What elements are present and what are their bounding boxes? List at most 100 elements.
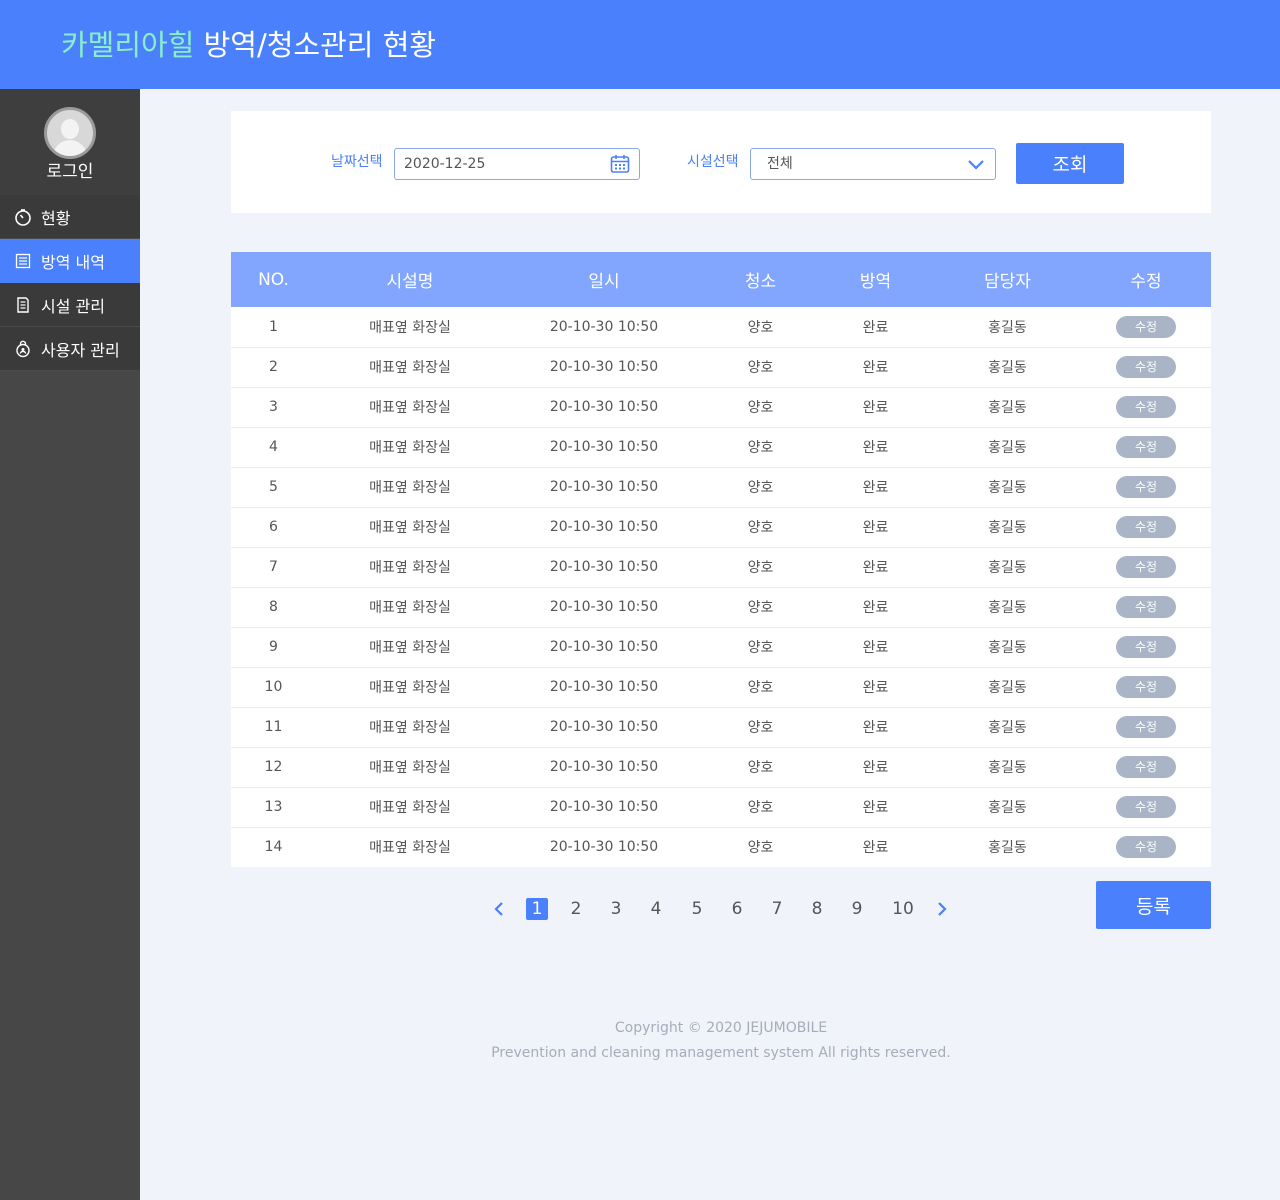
edit-button[interactable]: 수정: [1116, 596, 1176, 618]
column-header[interactable]: 담당자: [934, 252, 1081, 307]
page-5[interactable]: 5: [686, 898, 708, 920]
edit-button[interactable]: 수정: [1116, 556, 1176, 578]
table-cell: 20-10-30 10:50: [549, 639, 659, 655]
table-cell: 양호: [747, 800, 774, 816]
page-8[interactable]: 8: [806, 898, 828, 920]
table-cell: 홍길동: [988, 640, 1027, 656]
top-header: 카멜리아힐 방역/청소관리 현황: [0, 0, 1280, 89]
table-cell: 완료: [862, 760, 889, 776]
chevron-left-icon[interactable]: [490, 900, 508, 918]
edit-button[interactable]: 수정: [1116, 716, 1176, 738]
page-4[interactable]: 4: [645, 898, 667, 920]
table-cell: 20-10-30 10:50: [549, 799, 659, 815]
edit-cell: 수정: [1081, 827, 1211, 867]
page-6[interactable]: 6: [726, 898, 748, 920]
table-row: 4 매표옆 화장실 20-10-30 10:50 양호 완료 홍길동 수정: [231, 427, 1211, 467]
table-cell: 홍길동: [988, 560, 1027, 576]
edit-cell: 수정: [1081, 307, 1211, 347]
table-row: 13 매표옆 화장실 20-10-30 10:50 양호 완료 홍길동 수정: [231, 787, 1211, 827]
table-cell: 홍길동: [988, 440, 1027, 456]
table-cell: 홍길동: [988, 840, 1027, 857]
table-cell: 양호: [747, 760, 774, 776]
date-value: 2020-12-25: [404, 156, 486, 172]
date-label: 날짜선택: [331, 154, 383, 170]
edit-cell: 수정: [1081, 747, 1211, 787]
chevron-right-icon[interactable]: [933, 900, 951, 918]
edit-cell: 수정: [1081, 627, 1211, 667]
calendar-icon[interactable]: [609, 153, 631, 175]
edit-cell: 수정: [1081, 547, 1211, 587]
edit-button[interactable]: 수정: [1116, 836, 1176, 859]
sidebar-item-status[interactable]: 현황: [0, 195, 140, 239]
edit-button[interactable]: 수정: [1116, 756, 1176, 778]
table-cell: 20-10-30 10:50: [549, 599, 659, 615]
table-cell: 양호: [747, 440, 774, 456]
table-cell: 매표옆 화장실: [369, 480, 451, 496]
page-3[interactable]: 3: [605, 898, 627, 920]
sidebar-item-disinfection[interactable]: 방역 내역: [0, 239, 140, 283]
sidebar-item-facility[interactable]: 시설 관리: [0, 283, 140, 327]
edit-button[interactable]: 수정: [1116, 356, 1176, 378]
column-header[interactable]: NO.: [231, 252, 316, 307]
table-cell: 완료: [862, 480, 889, 496]
column-header[interactable]: 시설명: [316, 252, 504, 307]
page-title: 카멜리아힐 방역/청소관리 현황: [61, 26, 436, 64]
page-title-text: 방역/청소관리 현황: [194, 28, 437, 62]
table-cell: 20-10-30 10:50: [549, 479, 659, 495]
facility-select[interactable]: 전체: [750, 148, 996, 180]
table-cell: 홍길동: [988, 720, 1027, 736]
table-cell: 매표옆 화장실: [369, 720, 451, 736]
avatar[interactable]: [44, 107, 96, 159]
page-10[interactable]: 10: [888, 898, 918, 920]
edit-button[interactable]: 수정: [1116, 636, 1176, 658]
table-cell: 5: [269, 479, 278, 495]
column-header[interactable]: 방역: [817, 252, 934, 307]
sidebar-item-label: 사용자 관리: [41, 340, 120, 360]
register-button[interactable]: 등록: [1096, 881, 1211, 929]
search-button[interactable]: 조회: [1016, 143, 1124, 184]
column-header[interactable]: 일시: [504, 252, 704, 307]
facility-label: 시설선택: [687, 154, 739, 170]
table-cell: 양호: [747, 840, 774, 857]
column-header[interactable]: 수정: [1081, 252, 1211, 307]
page-9[interactable]: 9: [846, 898, 868, 920]
table-cell: 양호: [747, 560, 774, 576]
table-cell: 매표옆 화장실: [369, 400, 451, 416]
login-label[interactable]: 로그인: [0, 161, 140, 183]
edit-button[interactable]: 수정: [1116, 676, 1176, 698]
edit-button[interactable]: 수정: [1116, 396, 1176, 418]
table-cell: 20-10-30 10:50: [549, 439, 659, 455]
sidebar-item-users[interactable]: 사용자 관리: [0, 327, 140, 371]
table-cell: 양호: [747, 720, 774, 736]
chevron-down-icon: [965, 153, 987, 175]
table-cell: 완료: [862, 600, 889, 616]
column-header[interactable]: 청소: [704, 252, 817, 307]
edit-button[interactable]: 수정: [1116, 476, 1176, 498]
table-row: 3 매표옆 화장실 20-10-30 10:50 양호 완료 홍길동 수정: [231, 387, 1211, 427]
date-field[interactable]: 2020-12-25: [394, 148, 640, 180]
page-2[interactable]: 2: [565, 898, 587, 920]
sidebar-item-label: 방역 내역: [41, 252, 105, 272]
table-row: 1 매표옆 화장실 20-10-30 10:50 양호 완료 홍길동 수정: [231, 307, 1211, 347]
table-row: 11 매표옆 화장실 20-10-30 10:50 양호 완료 홍길동 수정: [231, 707, 1211, 747]
table-cell: 양호: [747, 520, 774, 536]
page-1[interactable]: 1: [526, 898, 548, 920]
table-row: 5 매표옆 화장실 20-10-30 10:50 양호 완료 홍길동 수정: [231, 467, 1211, 507]
table-cell: 완료: [862, 360, 889, 376]
edit-button[interactable]: 수정: [1116, 436, 1176, 458]
edit-cell: 수정: [1081, 587, 1211, 627]
pagination: 1 2 3 4 5 6 7 8 9 10: [0, 898, 1280, 922]
edit-button[interactable]: 수정: [1116, 796, 1176, 818]
table-cell: 9: [269, 639, 278, 655]
page-7[interactable]: 7: [766, 898, 788, 920]
table-cell: 7: [269, 559, 278, 575]
table-cell: 홍길동: [988, 600, 1027, 616]
table-cell: 1: [269, 318, 278, 335]
edit-cell: 수정: [1081, 347, 1211, 387]
facility-value: 전체: [767, 156, 793, 172]
table-row: 12 매표옆 화장실 20-10-30 10:50 양호 완료 홍길동 수정: [231, 747, 1211, 787]
table-cell: 양호: [747, 360, 774, 376]
edit-cell: 수정: [1081, 787, 1211, 827]
edit-button[interactable]: 수정: [1116, 315, 1176, 338]
edit-button[interactable]: 수정: [1116, 516, 1176, 538]
